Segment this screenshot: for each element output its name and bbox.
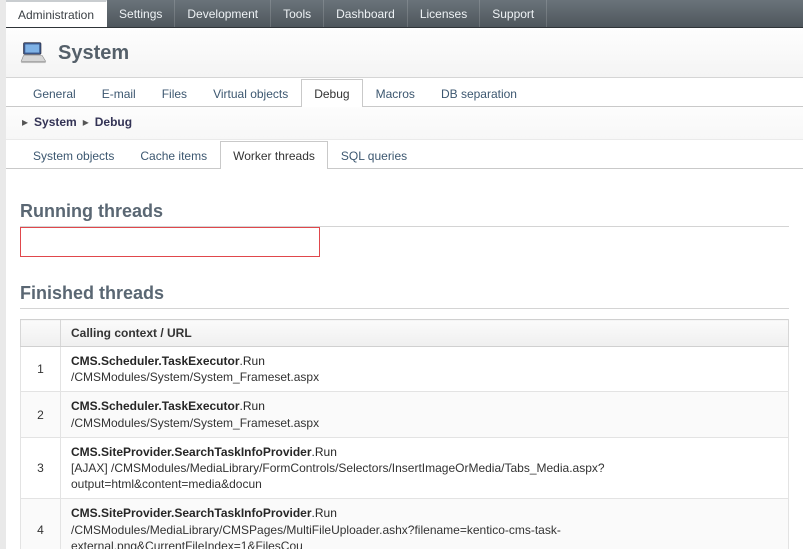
top-tab-administration[interactable]: Administration	[6, 0, 107, 27]
debug-tab-system-objects[interactable]: System objects	[20, 141, 127, 169]
divider	[20, 308, 789, 309]
section-running-heading: Running threads	[20, 201, 789, 222]
row-index: 3	[21, 437, 61, 499]
chevron-right-icon: ▸	[83, 115, 89, 129]
row-index: 4	[21, 499, 61, 549]
top-tab-dashboard[interactable]: Dashboard	[324, 0, 408, 27]
breadcrumb: ▸ System ▸ Debug	[6, 107, 803, 140]
table-row: 3CMS.SiteProvider.SearchTaskInfoProvider…	[21, 437, 789, 499]
top-tab-licenses[interactable]: Licenses	[408, 0, 480, 27]
subtab-db-separation[interactable]: DB separation	[428, 79, 530, 107]
finished-threads-table: Calling context / URL 1CMS.Scheduler.Tas…	[20, 319, 789, 549]
top-tab-tools[interactable]: Tools	[271, 0, 324, 27]
page-header: System	[6, 28, 803, 78]
top-tab-development[interactable]: Development	[175, 0, 271, 27]
row-context: CMS.SiteProvider.SearchTaskInfoProvider.…	[61, 437, 789, 499]
running-threads-empty-highlight	[20, 227, 320, 257]
subtab-macros[interactable]: Macros	[363, 79, 428, 107]
column-index	[21, 320, 61, 347]
top-tab-settings[interactable]: Settings	[107, 0, 175, 27]
page-title: System	[58, 42, 129, 65]
row-index: 2	[21, 392, 61, 437]
row-context: CMS.Scheduler.TaskExecutor.Run/CMSModule…	[61, 392, 789, 437]
subtab-debug[interactable]: Debug	[301, 79, 362, 107]
row-context: CMS.Scheduler.TaskExecutor.Run/CMSModule…	[61, 347, 789, 392]
breadcrumb-item[interactable]: System	[34, 115, 77, 129]
debug-tab-sql-queries[interactable]: SQL queries	[328, 141, 420, 169]
row-context: CMS.SiteProvider.SearchTaskInfoProvider.…	[61, 499, 789, 549]
column-context: Calling context / URL	[61, 320, 789, 347]
section-finished-heading: Finished threads	[20, 283, 789, 304]
top-tab-support[interactable]: Support	[480, 0, 547, 27]
debug-tab-worker-threads[interactable]: Worker threads	[220, 141, 328, 169]
row-index: 1	[21, 347, 61, 392]
subtab-virtual-objects[interactable]: Virtual objects	[200, 79, 301, 107]
subtabs-level1: GeneralE-mailFilesVirtual objectsDebugMa…	[6, 78, 803, 107]
debug-tab-cache-items[interactable]: Cache items	[127, 141, 220, 169]
computer-icon	[20, 38, 48, 69]
subtab-general[interactable]: General	[20, 79, 89, 107]
subtabs-level2: System objectsCache itemsWorker threadsS…	[6, 140, 803, 169]
subtab-files[interactable]: Files	[149, 79, 200, 107]
table-row: 2CMS.Scheduler.TaskExecutor.Run/CMSModul…	[21, 392, 789, 437]
topbar: AdministrationSettingsDevelopmentToolsDa…	[6, 0, 803, 28]
breadcrumb-item: Debug	[95, 115, 132, 129]
subtab-e-mail[interactable]: E-mail	[89, 79, 149, 107]
table-row: 4CMS.SiteProvider.SearchTaskInfoProvider…	[21, 499, 789, 549]
chevron-right-icon: ▸	[22, 115, 28, 129]
table-row: 1CMS.Scheduler.TaskExecutor.Run/CMSModul…	[21, 347, 789, 392]
